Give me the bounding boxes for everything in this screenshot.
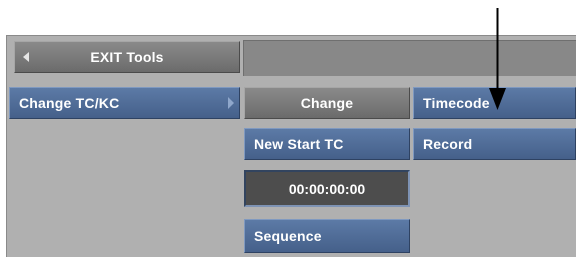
timecode-selector-label: Timecode <box>423 95 490 111</box>
exit-tools-button[interactable]: EXIT Tools <box>14 41 240 73</box>
triangle-right-icon <box>228 97 234 109</box>
record-button-label: Record <box>423 136 473 152</box>
change-button[interactable]: Change <box>244 87 410 119</box>
timecode-selector[interactable]: Timecode <box>413 87 576 119</box>
change-button-label: Change <box>300 95 354 111</box>
change-tc-kc-menu-item[interactable]: Change TC/KC <box>9 87 240 119</box>
new-start-timecode-field[interactable]: 00:00:00:00 <box>244 170 410 207</box>
tools-panel-screen: EXIT Tools Change TC/KC Change Timecode … <box>0 0 576 257</box>
change-tc-kc-label: Change TC/KC <box>19 95 120 111</box>
record-button[interactable]: Record <box>413 128 576 160</box>
sequence-button-label: Sequence <box>254 228 322 244</box>
sequence-button[interactable]: Sequence <box>244 219 410 253</box>
new-start-tc-label-button: New Start TC <box>244 128 410 160</box>
exit-tools-label: EXIT Tools <box>90 49 164 65</box>
new-start-tc-label: New Start TC <box>254 136 344 152</box>
triangle-left-icon <box>23 52 29 62</box>
timecode-value: 00:00:00:00 <box>288 180 366 197</box>
top-bar <box>243 40 576 76</box>
